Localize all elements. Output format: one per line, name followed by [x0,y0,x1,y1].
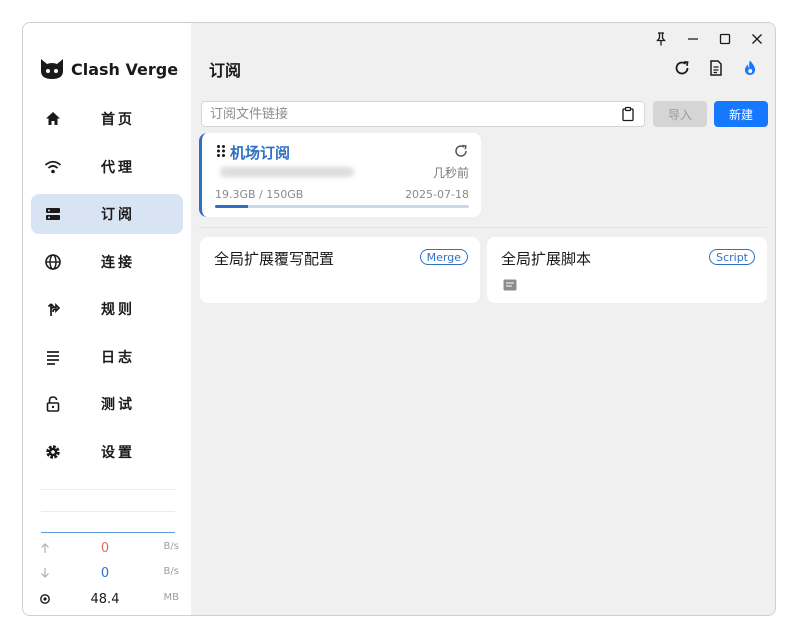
sidebar-item-label: 连接 [101,254,135,271]
clipboard-icon[interactable] [620,106,636,122]
import-button[interactable]: 导入 [653,101,707,127]
page-title: 订阅 [209,61,242,80]
sidebar-item-settings[interactable]: 设置 [31,432,183,472]
sidebar-item-label: 首页 [101,112,135,128]
home-icon [46,112,60,125]
script-tag: Script [709,249,755,265]
subscription-name: 机场订阅 [230,144,291,162]
server-icon [46,208,60,220]
memory-value: 48.4 [90,592,120,607]
sidebar-item-label: 设置 [101,444,135,461]
merge-title: 全局扩展覆写配置 [214,250,335,268]
merge-tag: Merge [419,249,468,265]
close-icon[interactable] [749,31,765,47]
sidebar-item-label: 代理 [101,159,135,176]
subscription-updated: 几秒前 [432,166,469,180]
download-unit: B/s [163,566,179,577]
gear-icon [46,444,60,459]
traffic-graph-line [41,532,175,533]
sidebar-item-test[interactable]: 测试 [31,384,183,424]
fork-icon [47,302,61,316]
download-speed: 0 B/s [39,566,179,584]
memory-unit: MB [163,592,180,603]
sidebar-item-home[interactable]: 首页 [31,99,183,139]
subscription-card[interactable]: 机场订阅 几秒前 19.3GB / 150GB 2025-07-18 [199,133,481,217]
upload-value: 0 [100,541,110,556]
app-window: Clash Verge 首页 代理 订阅 连接 规则 日志 测试 设置 0 B/… [22,22,776,616]
script-card[interactable]: 全局扩展脚本 Script [487,237,767,303]
merge-card[interactable]: 全局扩展覆写配置 Merge [200,237,480,303]
memory-usage: 48.4 MB [39,592,179,610]
section-divider [199,227,767,228]
usage-progress-bar [215,205,469,208]
refresh-icon[interactable] [453,143,469,159]
new-button[interactable]: 新建 [714,101,768,127]
app-name: Clash Verge [71,59,179,79]
drag-handle-icon[interactable] [216,144,226,158]
download-value: 0 [100,566,110,581]
lock-icon [46,396,60,412]
usage-progress-fill [215,205,249,208]
sidebar-item-connections[interactable]: 连接 [31,242,183,282]
sidebar-item-rules[interactable]: 规则 [31,289,183,329]
document-icon[interactable] [707,59,725,77]
script-title: 全局扩展脚本 [501,250,592,268]
sidebar-item-label: 规则 [101,302,135,318]
subscription-url-field[interactable] [201,101,645,127]
sidebar-item-label: 日志 [101,349,135,366]
main-content: 订阅 导入 新建 机场订阅 几秒前 19.3GB / 150GB 2025-07… [191,23,775,615]
sidebar-item-logs[interactable]: 日志 [31,337,183,377]
refresh-icon[interactable] [673,59,691,77]
sidebar-item-proxies[interactable]: 代理 [31,147,183,187]
sidebar-item-label: 订阅 [101,207,135,223]
arrow-up-icon [41,543,49,553]
maximize-icon[interactable] [717,31,733,47]
sidebar-divider [41,511,175,512]
list-icon [47,350,59,365]
sidebar-item-profiles[interactable]: 订阅 [31,194,183,234]
pin-icon[interactable] [653,31,669,47]
subscription-usage: 19.3GB / 150GB [215,188,304,201]
file-icon[interactable] [503,279,517,291]
app-logo: Clash Verge [39,57,178,81]
sidebar-item-label: 测试 [101,397,135,413]
globe-icon [45,253,61,270]
upload-speed: 0 B/s [39,541,179,559]
subscription-url-blurred [220,167,354,177]
window-controls [653,31,765,47]
upload-unit: B/s [163,541,179,552]
memory-icon [40,594,50,604]
minimize-icon[interactable] [685,31,701,47]
subscription-expire-date: 2025-07-18 [405,188,469,201]
wifi-icon [44,160,62,173]
subscription-url-input[interactable] [208,102,622,126]
flame-icon[interactable] [741,59,759,77]
cat-logo-icon [41,59,63,79]
sidebar-divider [41,489,175,490]
sidebar-nav: 首页 代理 订阅 连接 规则 日志 测试 设置 [23,99,191,479]
header-actions [673,59,759,77]
sidebar: Clash Verge 首页 代理 订阅 连接 规则 日志 测试 设置 0 B/… [23,23,191,615]
arrow-down-icon [41,568,49,578]
